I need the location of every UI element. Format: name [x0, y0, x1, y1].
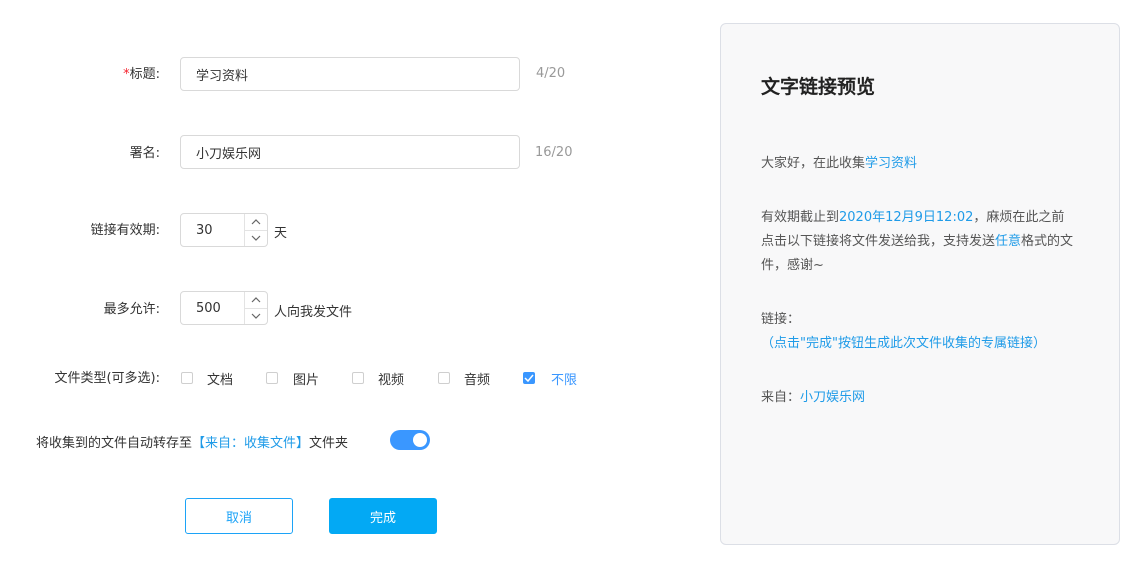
done-button[interactable]: 完成	[329, 498, 437, 534]
signature-input[interactable]: 小刀娱乐网	[180, 135, 520, 169]
preview-validity: 有效期截止到2020年12月9日12:02，麻烦在此之前点击以下链接将文件发送给…	[761, 206, 1076, 278]
preview-from: 来自：小刀娱乐网	[761, 386, 1076, 410]
checkbox-audio-label[interactable]: 音频	[464, 369, 490, 388]
auto-save-text: 将收集到的文件自动转存至【来自：收集文件】文件夹	[36, 432, 348, 451]
chevron-down-icon[interactable]	[245, 229, 267, 247]
checkbox-unlimited-label[interactable]: 不限	[551, 369, 577, 388]
validity-label: 链接有效期:	[90, 223, 160, 238]
preview-link-value: （点击"完成"按钮生成此次文件收集的专属链接）	[761, 336, 1046, 351]
preview-validity-prefix: 有效期截止到	[761, 210, 840, 225]
chevron-down-icon[interactable]	[245, 307, 267, 325]
max-allow-label: 最多允许:	[103, 302, 160, 317]
max-allow-value: 500	[196, 300, 221, 316]
preview-from-label: 来自：	[761, 390, 801, 405]
title-input-value: 学习资料	[196, 68, 249, 84]
checkbox-unlimited[interactable]	[523, 372, 535, 384]
signature-input-value: 小刀娱乐网	[196, 146, 262, 162]
checkbox-doc[interactable]	[181, 372, 193, 384]
preview-from-value[interactable]: 小刀娱乐网	[800, 390, 865, 405]
file-types-label: 文件类型(可多选):	[54, 371, 160, 386]
preview-greeting-topic: 学习资料	[865, 156, 918, 171]
validity-stepper[interactable]: 30	[180, 213, 268, 247]
validity-unit: 天	[274, 226, 288, 241]
title-input[interactable]: 学习资料	[180, 57, 520, 91]
preview-greeting-text: 大家好，在此收集	[761, 156, 866, 171]
chevron-up-icon[interactable]	[245, 214, 267, 230]
validity-value: 30	[196, 222, 213, 238]
auto-save-folder: 【来自：收集文件】	[192, 436, 310, 451]
cancel-button[interactable]: 取消	[185, 498, 293, 534]
title-label-text: 标题:	[129, 67, 160, 82]
signature-counter: 16/20	[535, 145, 573, 160]
checkbox-doc-label[interactable]: 文档	[207, 369, 233, 388]
checkbox-video[interactable]	[352, 372, 364, 384]
title-label: *标题:	[0, 66, 160, 84]
preview-link: 链接： （点击"完成"按钮生成此次文件收集的专属链接）	[761, 308, 1076, 356]
check-icon	[524, 374, 534, 382]
preview-validity-any: 任意	[995, 234, 1022, 249]
checkbox-image-label[interactable]: 图片	[293, 369, 319, 388]
auto-save-suffix: 文件夹	[309, 436, 349, 451]
preview-panel: 文字链接预览 大家好，在此收集学习资料 有效期截止到2020年12月9日12:0…	[720, 23, 1120, 545]
max-allow-stepper[interactable]: 500	[180, 291, 268, 325]
preview-greeting: 大家好，在此收集学习资料	[761, 152, 1076, 176]
preview-validity-date: 2020年12月9日12:02	[839, 210, 974, 225]
checkbox-audio[interactable]	[438, 372, 450, 384]
preview-link-label: 链接：	[761, 312, 801, 327]
title-counter: 4/20	[536, 66, 566, 81]
signature-label: 署名:	[129, 146, 160, 161]
toggle-knob	[413, 433, 427, 447]
auto-save-prefix: 将收集到的文件自动转存至	[36, 436, 193, 451]
preview-title: 文字链接预览	[761, 76, 876, 98]
checkbox-video-label[interactable]: 视频	[378, 369, 404, 388]
chevron-up-icon[interactable]	[245, 292, 267, 308]
checkbox-image[interactable]	[266, 372, 278, 384]
max-allow-unit: 人向我发文件	[274, 305, 353, 320]
auto-save-toggle[interactable]	[390, 430, 430, 450]
